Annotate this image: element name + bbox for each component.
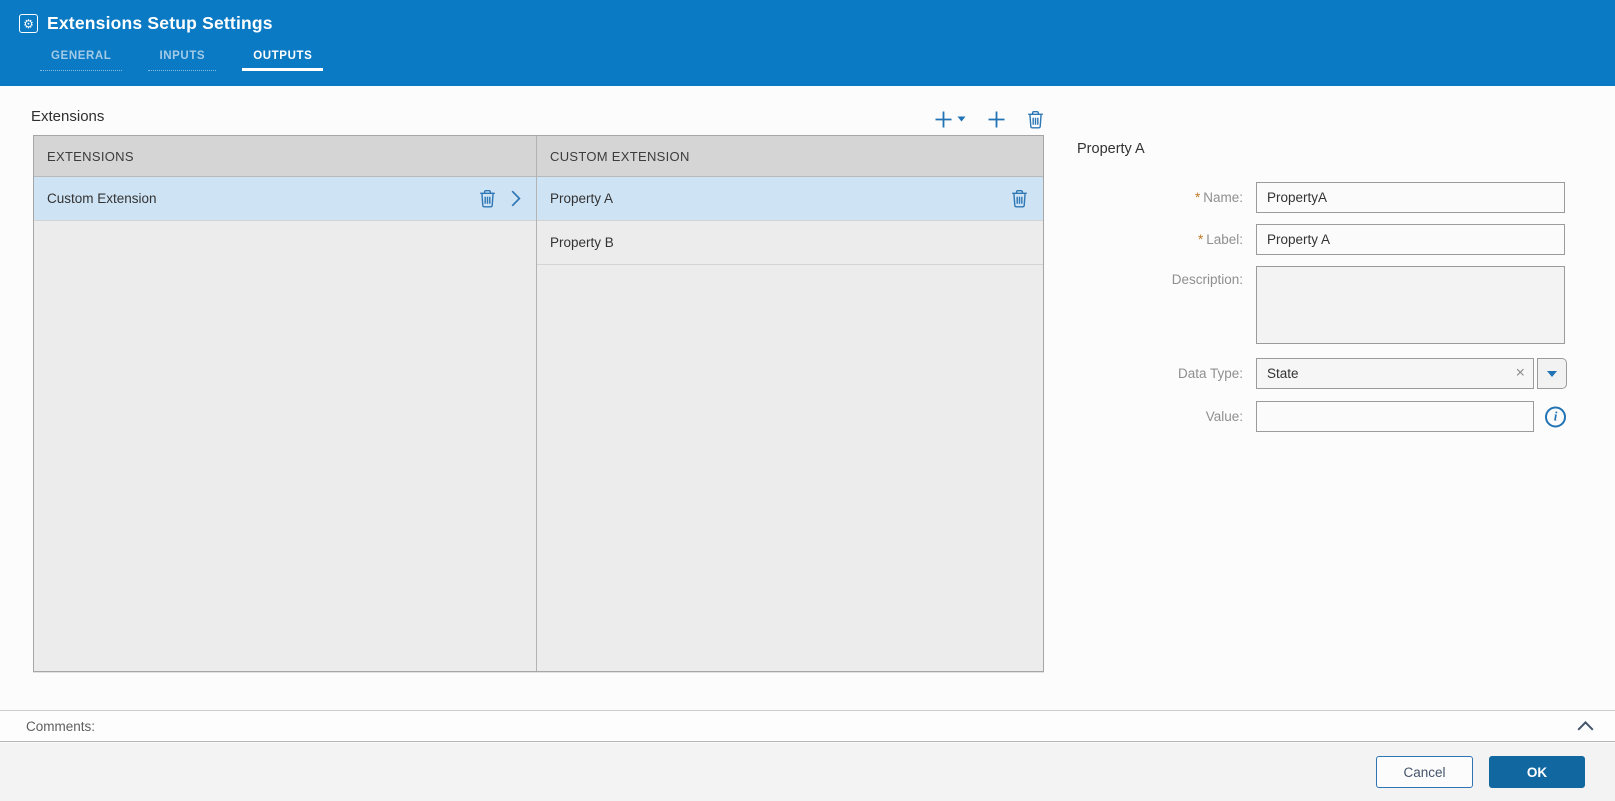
tab-bar: GENERAL INPUTS OUTPUTS bbox=[40, 46, 324, 71]
cancel-button[interactable]: Cancel bbox=[1376, 756, 1473, 788]
form-row-name: * Name: bbox=[1060, 182, 1578, 213]
ok-button[interactable]: OK bbox=[1489, 756, 1585, 788]
gear-icon: ⚙ bbox=[19, 14, 38, 33]
value-field-label: Value: bbox=[1205, 409, 1243, 424]
add-icon bbox=[935, 111, 952, 127]
custom-extension-list-pane: CUSTOM EXTENSION Property A Property B bbox=[537, 136, 1043, 671]
list-item-custom-extension[interactable]: Custom Extension bbox=[34, 177, 536, 221]
dialog-footer: Cancel OK bbox=[0, 743, 1615, 801]
chevron-up-icon[interactable] bbox=[1577, 721, 1594, 731]
tab-outputs[interactable]: OUTPUTS bbox=[242, 46, 324, 71]
list-item-label: Custom Extension bbox=[47, 191, 157, 206]
description-textarea[interactable] bbox=[1256, 266, 1565, 344]
name-input[interactable] bbox=[1256, 182, 1565, 213]
custom-extension-column-header: CUSTOM EXTENSION bbox=[537, 136, 1043, 177]
comments-bar[interactable]: Comments: bbox=[0, 710, 1615, 742]
trash-icon[interactable] bbox=[479, 189, 496, 208]
form-row-data-type: Data Type: × bbox=[1060, 358, 1578, 389]
name-field-label: Name: bbox=[1203, 190, 1243, 205]
add-icon bbox=[988, 111, 1005, 127]
list-item-label: Property A bbox=[550, 191, 614, 206]
extensions-toolbar bbox=[903, 104, 1044, 134]
extensions-list-pane: EXTENSIONS Custom Extension bbox=[34, 136, 537, 671]
data-type-dropdown-button[interactable] bbox=[1537, 358, 1567, 389]
info-icon[interactable]: i bbox=[1545, 406, 1566, 427]
description-field-label: Description: bbox=[1171, 272, 1243, 287]
property-form-title: Property A bbox=[1077, 141, 1145, 157]
data-type-input[interactable] bbox=[1256, 358, 1534, 389]
tab-inputs[interactable]: INPUTS bbox=[148, 46, 217, 71]
list-item-label: Property B bbox=[550, 235, 614, 250]
caret-down-icon bbox=[957, 116, 966, 122]
list-item-property-a[interactable]: Property A bbox=[537, 177, 1043, 221]
x-clear-icon[interactable]: × bbox=[1516, 365, 1525, 381]
extensions-column-header: EXTENSIONS bbox=[34, 136, 536, 177]
chevron-right-icon[interactable] bbox=[511, 190, 521, 207]
dialog-title-row: ⚙ Extensions Setup Settings bbox=[19, 13, 273, 34]
tab-general[interactable]: GENERAL bbox=[40, 46, 123, 71]
custom-extension-list-empty-area bbox=[537, 265, 1043, 671]
add-button[interactable] bbox=[987, 110, 1006, 129]
required-marker: * bbox=[1197, 232, 1204, 247]
data-type-combobox: × bbox=[1256, 358, 1567, 389]
required-marker: * bbox=[1194, 190, 1201, 205]
form-row-value: Value: i bbox=[1060, 401, 1578, 432]
add-dropdown-button[interactable] bbox=[934, 110, 966, 129]
extensions-list-empty-area bbox=[34, 221, 536, 671]
extensions-setup-dialog: ⚙ Extensions Setup Settings GENERAL INPU… bbox=[0, 0, 1615, 801]
dialog-titlebar: ⚙ Extensions Setup Settings GENERAL INPU… bbox=[0, 0, 1615, 86]
data-type-field-label: Data Type: bbox=[1177, 366, 1243, 381]
form-row-label: * Label: bbox=[1060, 224, 1578, 255]
extensions-lists: EXTENSIONS Custom Extension CUSTOM EXTEN… bbox=[33, 135, 1044, 672]
dialog-title: Extensions Setup Settings bbox=[47, 13, 273, 33]
label-field-label: Label: bbox=[1206, 232, 1243, 247]
label-input[interactable] bbox=[1256, 224, 1565, 255]
trash-icon bbox=[1028, 110, 1043, 128]
extensions-section-title: Extensions bbox=[31, 108, 105, 125]
comments-label: Comments: bbox=[26, 718, 96, 734]
list-item-property-b[interactable]: Property B bbox=[537, 221, 1043, 265]
trash-icon[interactable] bbox=[1011, 189, 1028, 208]
form-row-description: Description: bbox=[1060, 266, 1578, 349]
caret-down-icon bbox=[1547, 370, 1557, 377]
delete-button[interactable] bbox=[1027, 110, 1044, 129]
value-input[interactable] bbox=[1256, 401, 1534, 432]
